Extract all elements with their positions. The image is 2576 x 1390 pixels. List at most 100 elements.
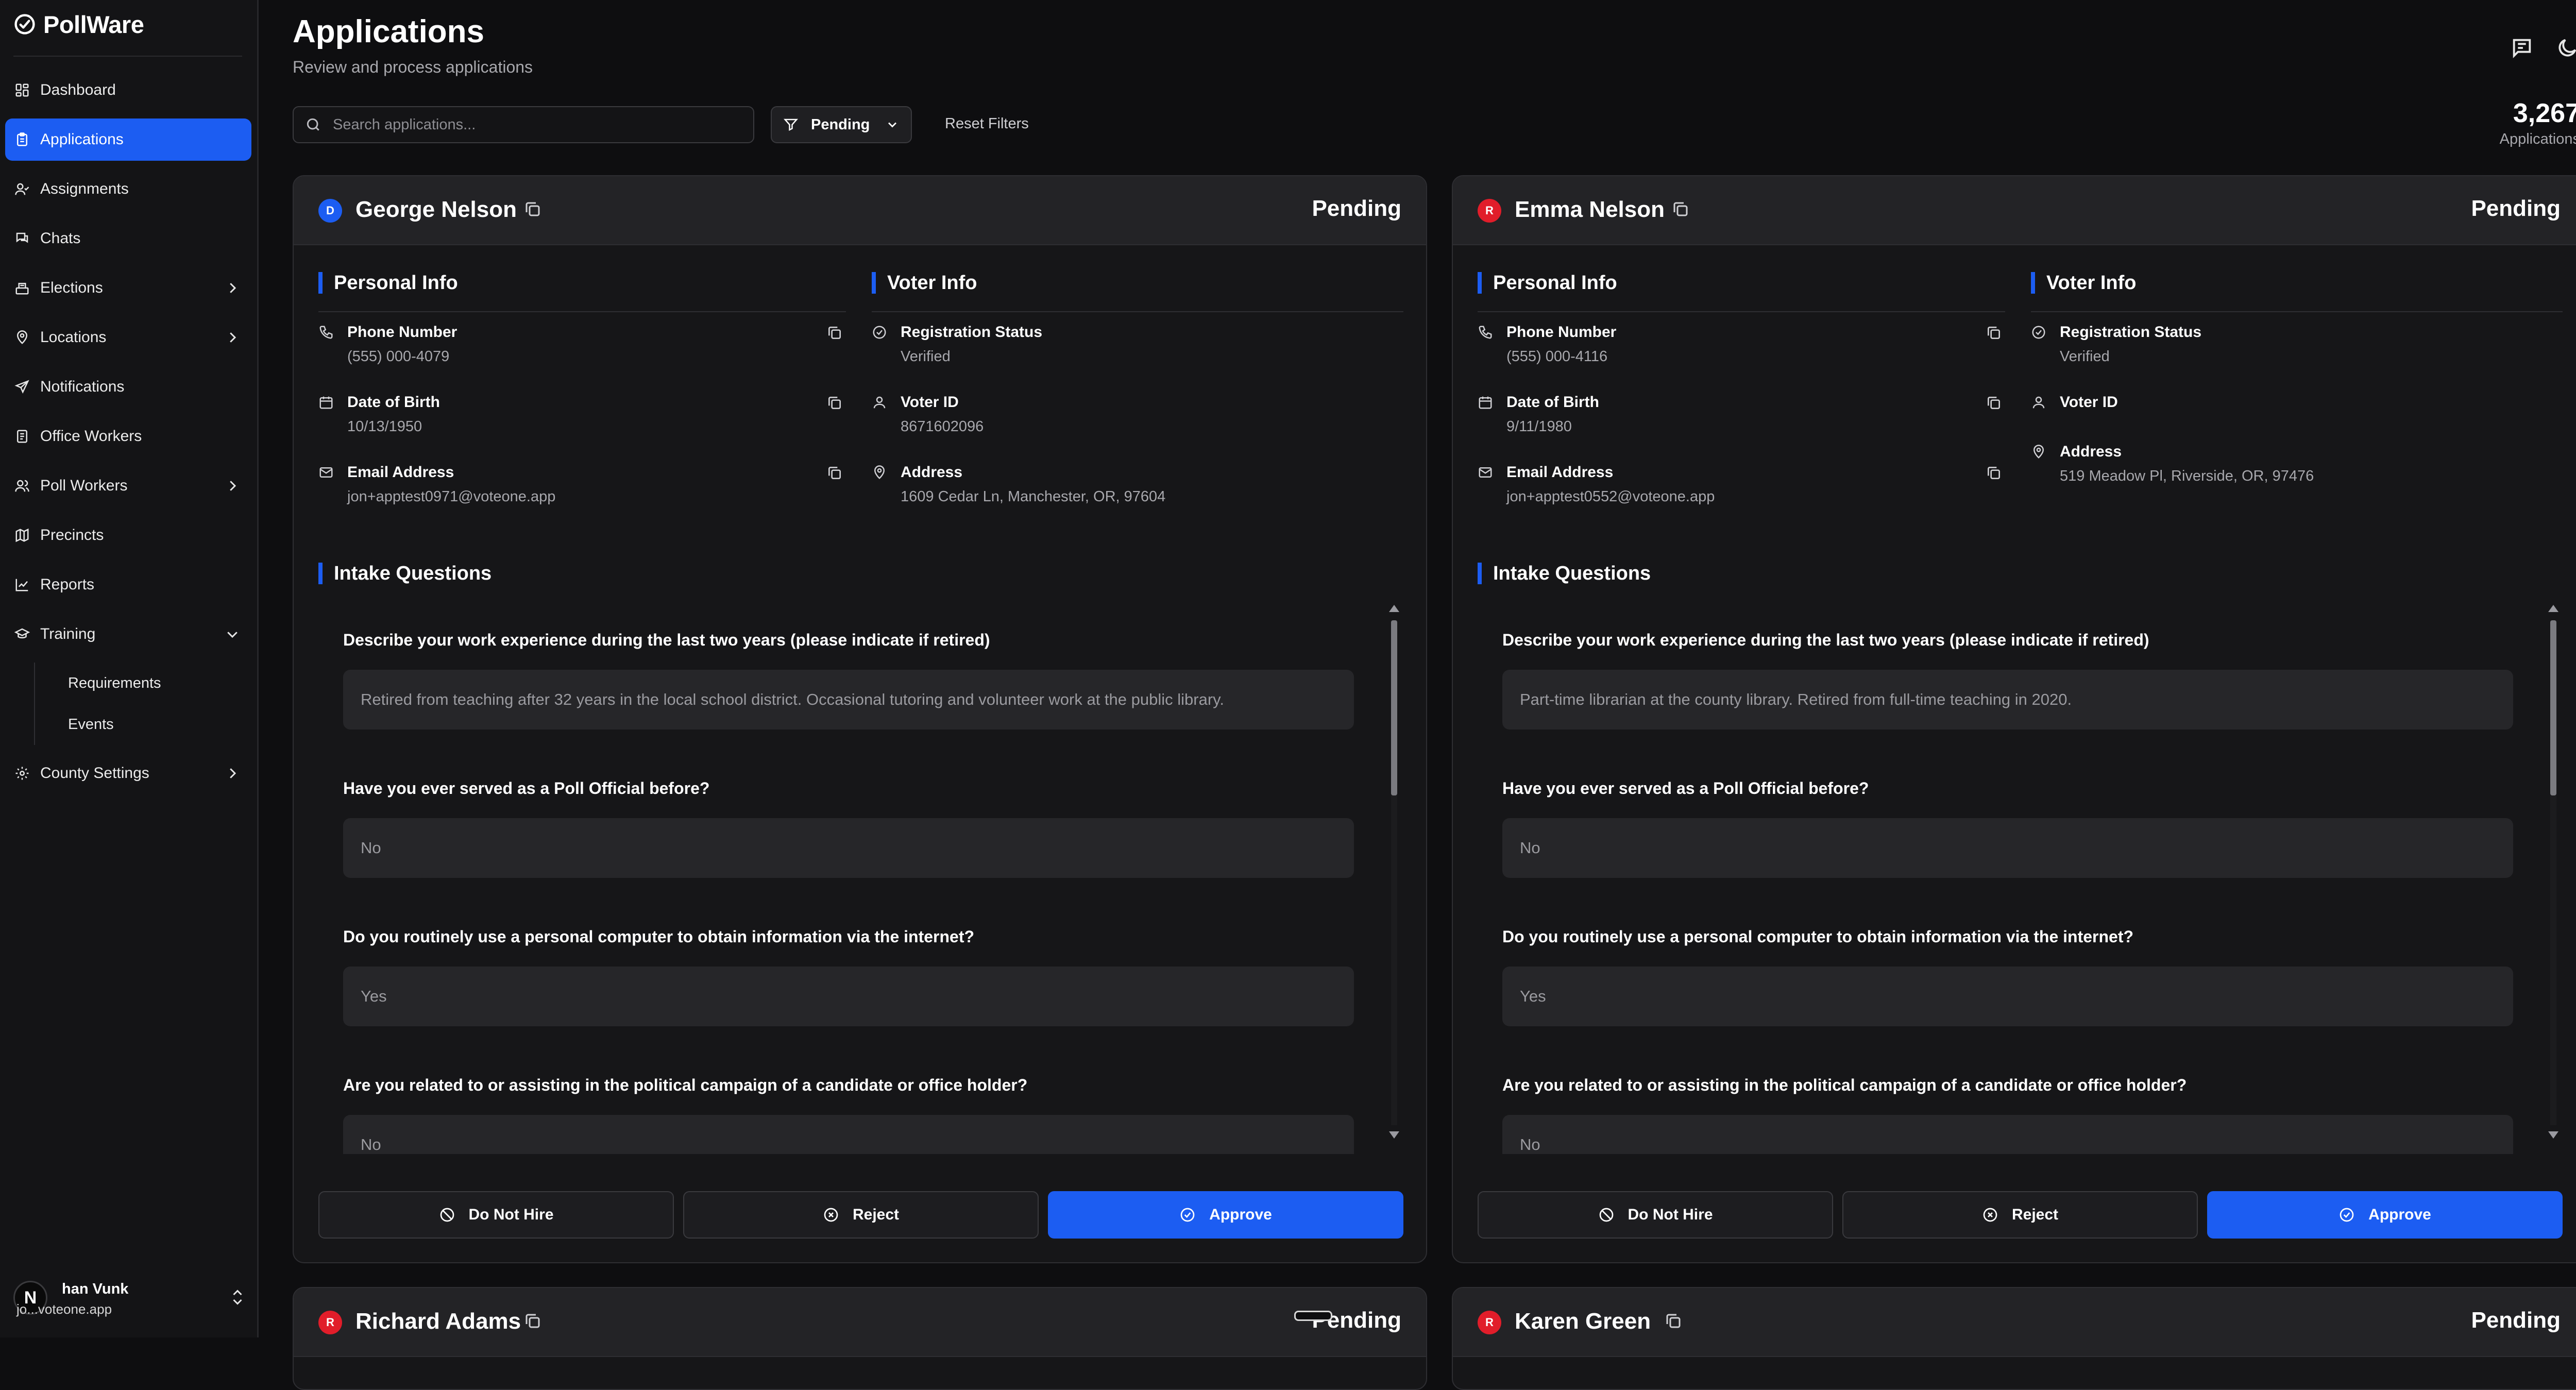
status-label: Pending [2471,196,2561,221]
card-actions: Do Not Hire Reject Approve [1478,1191,2563,1239]
sidebar-subitem-events[interactable]: Events [34,704,251,745]
sidebar-item-locations[interactable]: Locations [5,316,251,359]
scrollbar-thumb[interactable] [1391,620,1397,795]
sidebar-item-training[interactable]: Training [5,613,251,655]
users-icon [15,480,29,492]
field-label: Phone Number [1506,324,1617,341]
copy-icon[interactable] [826,465,843,481]
check-circle-icon [873,326,886,339]
check-circle-icon [2032,326,2045,339]
status-filter-dropdown[interactable]: Pending [771,106,912,143]
scrollbar[interactable] [1387,605,1401,1141]
scroll-down-arrow[interactable] [1389,1131,1399,1139]
brand[interactable]: PollWare [13,10,144,38]
logo-icon [14,14,35,35]
application-card: D George Nelson Pending Personal Info Vo… [293,175,1427,1263]
status-label: Pending [1312,196,1401,221]
approve-button[interactable]: Approve [1048,1191,1403,1239]
question-text: Do you routinely use a personal computer… [1502,927,2134,946]
approve-button[interactable]: Approve [2207,1191,2563,1239]
field-label: Email Address [347,464,454,481]
copy-icon[interactable] [826,325,843,341]
sidebar-item-label: Applications [40,131,124,148]
copy-icon[interactable] [523,1312,542,1330]
page-subtitle: Review and process applications [293,58,533,76]
copy-icon[interactable] [523,200,542,218]
applicant-name: Emma Nelson [1515,197,1665,222]
filter-value: Pending [811,116,870,133]
search-input[interactable] [321,107,753,143]
phone-field: Phone Number (555) 000-4079 [318,324,846,370]
copy-icon[interactable] [826,395,843,411]
do-not-hire-button[interactable]: Do Not Hire [318,1191,674,1239]
scroll-up-arrow[interactable] [2548,605,2558,612]
copy-icon[interactable] [1664,1312,1683,1330]
sidebar-item-notifications[interactable]: Notifications [5,366,251,408]
field-value: 8671602096 [901,418,984,435]
applicant-name: Richard Adams [355,1309,521,1334]
filter-icon [783,118,799,131]
sidebar-item-dashboard[interactable]: Dashboard [5,69,251,111]
button-label: Approve [2368,1206,2431,1223]
scrollbar[interactable] [2546,605,2561,1141]
party-badge: R [318,1311,342,1334]
copy-icon[interactable] [1986,325,2002,341]
scroll-down-arrow[interactable] [2548,1131,2558,1139]
copy-icon[interactable] [1671,200,1690,218]
button-label: Reject [2011,1206,2059,1223]
divider [1478,311,2005,312]
send-icon [14,380,29,394]
divider [2031,311,2563,312]
field-value: 9/11/1980 [1506,418,1572,435]
sidebar-item-label: County Settings [40,765,149,782]
copy-icon[interactable] [1986,465,2002,481]
party-badge: D [318,199,342,223]
sidebar-subitem-requirements[interactable]: Requirements [34,663,251,704]
sidebar-item-reports[interactable]: Reports [5,564,251,606]
card-actions: Do Not Hire Reject Approve [318,1191,1403,1239]
field-label: Registration Status [2060,324,2202,341]
app-name: PollWare [43,10,144,38]
sidebar-item-poll-workers[interactable]: Poll Workers [5,465,251,507]
floating-indicator [1294,1311,1332,1321]
intake-questions-scroll[interactable]: Describe your work experience during the… [343,620,1363,1154]
intake-questions-scroll[interactable]: Describe your work experience during the… [1502,620,2522,1154]
sidebar-item-elections[interactable]: Elections [5,267,251,309]
calendar-icon [319,396,333,409]
moon-icon[interactable] [2555,36,2576,60]
sidebar-item-office-workers[interactable]: Office Workers [5,415,251,457]
sidebar-item-precincts[interactable]: Precincts [5,514,251,556]
chevron-right-icon [230,768,236,778]
reject-button[interactable]: Reject [1842,1191,2198,1239]
sidebar-item-county-settings[interactable]: County Settings [5,752,251,794]
sidebar-item-label: Office Workers [40,428,142,445]
card-header: R Emma Nelson Pending [1453,176,2576,245]
scrollbar-thumb[interactable] [2550,620,2556,795]
clipboard-icon [17,132,27,146]
mail-icon [1479,467,1492,478]
sidebar-item-applications[interactable]: Applications [5,118,251,161]
user-menu[interactable]: N han Vunk jo...voteone.app [8,1276,250,1322]
sidebar-item-label: Notifications [40,378,125,395]
field-label: Email Address [1506,464,1614,481]
chat-icon [16,232,28,243]
phone-icon [1479,326,1492,339]
do-not-hire-button[interactable]: Do Not Hire [1478,1191,1833,1239]
reset-filters-button[interactable]: Reset Filters [945,115,1029,132]
copy-icon[interactable] [1986,395,2002,411]
party-badge: R [1478,199,1501,223]
sidebar-item-chats[interactable]: Chats [5,217,251,260]
field-value: 1609 Cedar Ln, Manchester, OR, 97604 [901,488,1166,505]
sidebar-item-label: Locations [40,329,107,346]
search-field[interactable] [293,106,754,143]
feedback-icon[interactable] [2510,36,2534,60]
check-circle-icon [2340,1208,2354,1222]
field-value: jon+apptest0552@voteone.app [1506,488,1715,505]
reject-button[interactable]: Reject [683,1191,1039,1239]
sidebar-item-assignments[interactable]: Assignments [5,168,251,210]
page-title: Applications [293,14,485,49]
scroll-up-arrow[interactable] [1389,605,1399,612]
chart-icon [15,579,28,591]
email-field: Email Address jon+apptest0971@voteone.ap… [318,464,846,510]
button-label: Do Not Hire [1628,1206,1713,1223]
